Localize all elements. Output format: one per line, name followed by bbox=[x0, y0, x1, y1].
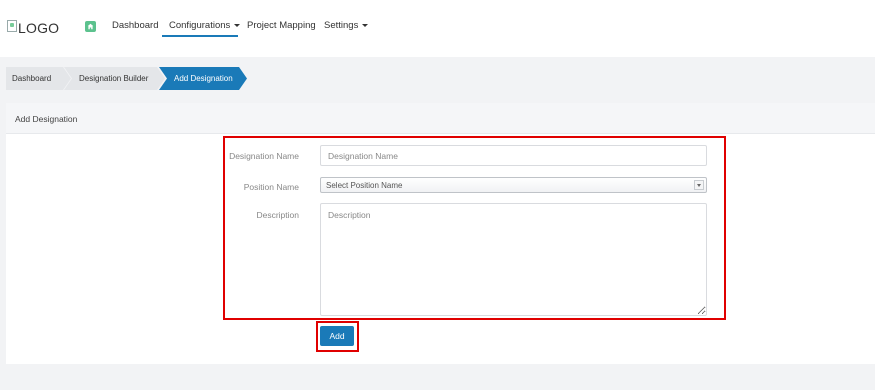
top-navbar: LOGO Dashboard Configurations Project Ma… bbox=[0, 0, 875, 56]
nav-configurations-label: Configurations bbox=[169, 20, 231, 31]
breadcrumb-add-designation[interactable]: Add Designation bbox=[159, 67, 247, 90]
breadcrumb-dashboard-label: Dashboard bbox=[12, 74, 52, 83]
form-highlight-box bbox=[223, 136, 726, 320]
nav-dashboard[interactable]: Dashboard bbox=[112, 20, 158, 31]
add-button-highlight-box bbox=[316, 321, 359, 352]
caret-down-icon bbox=[362, 24, 369, 27]
home-icon[interactable] bbox=[85, 21, 96, 32]
active-nav-indicator bbox=[162, 35, 238, 37]
breadcrumb-dashboard[interactable]: Dashboard bbox=[6, 67, 71, 90]
breadcrumb-designation-builder[interactable]: Designation Builder bbox=[64, 67, 165, 90]
nav-settings[interactable]: Settings bbox=[324, 20, 369, 31]
logo-text: LOGO bbox=[18, 20, 60, 36]
broken-image-icon bbox=[7, 20, 17, 32]
nav-settings-label: Settings bbox=[324, 20, 359, 31]
caret-down-icon bbox=[234, 24, 241, 27]
nav-dashboard-label: Dashboard bbox=[112, 20, 159, 31]
nav-project-mapping-label: Project Mapping bbox=[247, 20, 316, 31]
logo[interactable]: LOGO bbox=[7, 19, 59, 37]
panel-header: Add Designation bbox=[6, 103, 875, 134]
breadcrumb-designation-builder-label: Designation Builder bbox=[79, 74, 149, 83]
panel-title: Add Designation bbox=[15, 114, 78, 124]
nav-configurations[interactable]: Configurations bbox=[169, 20, 241, 31]
breadcrumb-add-designation-label: Add Designation bbox=[174, 74, 233, 83]
nav-project-mapping[interactable]: Project Mapping bbox=[247, 20, 316, 31]
